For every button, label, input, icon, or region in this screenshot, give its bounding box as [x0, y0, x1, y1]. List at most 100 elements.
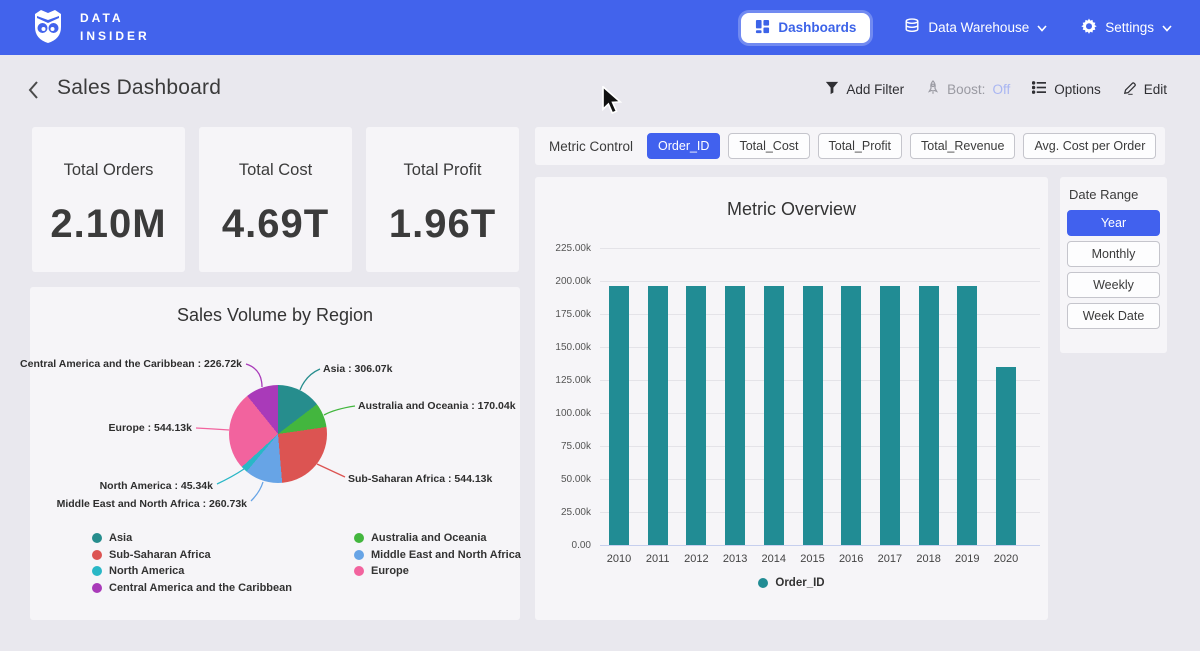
bar-2019[interactable]	[957, 286, 977, 545]
pie-label-australia-oceania: Australia and Oceania : 170.04k	[358, 400, 516, 412]
pie-label-europe: Europe : 544.13k	[109, 422, 192, 434]
bar-chart-title: Metric Overview	[535, 177, 1048, 220]
x-axis-tick: 2014	[754, 553, 794, 565]
pie-chart[interactable]	[229, 385, 327, 483]
y-axis-tick: 25.00k	[535, 507, 591, 518]
top-navbar: DATA INSIDER Dashboards	[0, 0, 1200, 55]
date-range-button[interactable]: Weekly	[1067, 272, 1160, 298]
bar-2010[interactable]	[609, 286, 629, 545]
legend-dot	[354, 566, 364, 576]
pie-label-north-america: North America : 45.34k	[100, 480, 213, 492]
dashboards-grid-icon	[755, 19, 770, 37]
metric-chip[interactable]: Avg. Cost per Order	[1023, 133, 1156, 159]
bar-2013[interactable]	[725, 286, 745, 545]
kpi-label: Total Orders	[32, 161, 185, 180]
y-axis-tick: 225.00k	[535, 243, 591, 254]
pie-legend: Asia Sub-Saharan Africa North America Centr…	[92, 532, 521, 594]
bar-2011[interactable]	[648, 286, 668, 545]
pie-label-middle-east-north-africa: Middle East and North Africa : 260.73k	[57, 498, 247, 510]
legend-dot	[92, 566, 102, 576]
y-axis-tick: 0.00	[535, 540, 591, 551]
edit-label: Edit	[1144, 82, 1167, 97]
x-axis-tick: 2016	[831, 553, 871, 565]
y-axis-tick: 150.00k	[535, 342, 591, 353]
kpi-card: Total Profit1.96T	[366, 127, 519, 272]
x-axis-tick: 2013	[715, 553, 755, 565]
bar-chart-legend: Order_ID	[535, 577, 1048, 589]
settings-menu[interactable]: Settings	[1081, 18, 1172, 37]
legend-label: Middle East and North Africa	[371, 549, 521, 561]
dashboards-button[interactable]: Dashboards	[741, 13, 870, 43]
add-filter-button[interactable]: Add Filter	[825, 81, 904, 98]
x-axis-tick: 2010	[599, 553, 639, 565]
y-axis-tick: 100.00k	[535, 408, 591, 419]
legend-dot	[354, 550, 364, 560]
database-icon	[904, 18, 920, 37]
pie-label-asia: Asia : 306.07k	[323, 363, 392, 375]
bar-2012[interactable]	[686, 286, 706, 545]
brand-line2: INSIDER	[80, 28, 150, 45]
data-warehouse-menu[interactable]: Data Warehouse	[904, 18, 1047, 37]
data-warehouse-label: Data Warehouse	[928, 20, 1029, 35]
date-range-button[interactable]: Year	[1067, 210, 1160, 236]
metric-chip[interactable]: Total_Revenue	[910, 133, 1015, 159]
date-range-button-group: Year Monthly Weekly Week Date	[1067, 210, 1160, 329]
bar-2016[interactable]	[841, 286, 861, 545]
gridline	[600, 248, 1040, 249]
x-axis-tick: 2011	[638, 553, 678, 565]
back-button[interactable]	[26, 80, 46, 102]
legend-label: Europe	[371, 565, 409, 577]
legend-label: North America	[109, 565, 184, 577]
kpi-value: 4.69T	[199, 202, 352, 247]
bar-2014[interactable]	[764, 286, 784, 545]
options-button[interactable]: Options	[1032, 81, 1101, 97]
legend-label: Sub-Saharan Africa	[109, 549, 211, 561]
add-filter-label: Add Filter	[846, 82, 904, 97]
boost-toggle[interactable]: Boost: Off	[926, 80, 1010, 98]
filter-funnel-icon	[825, 81, 839, 98]
pie-chart-panel: Sales Volume by Region Central America a…	[30, 287, 520, 620]
bar-2017[interactable]	[880, 286, 900, 545]
kpi-value: 2.10M	[32, 202, 185, 247]
gridline	[600, 545, 1040, 546]
page-header: Sales Dashboard Add Filter Boost: Off	[0, 72, 1200, 112]
boost-state: Off	[992, 82, 1010, 97]
date-range-button[interactable]: Monthly	[1067, 241, 1160, 267]
pie-legend-item[interactable]: North America	[92, 565, 292, 577]
legend-label: Asia	[109, 532, 132, 544]
options-label: Options	[1054, 82, 1101, 97]
page-title: Sales Dashboard	[57, 76, 221, 100]
y-axis-tick: 175.00k	[535, 309, 591, 320]
chevron-down-icon	[1162, 20, 1172, 35]
pie-label-sub-saharan-africa: Sub-Saharan Africa : 544.13k	[348, 473, 492, 485]
bar-2018[interactable]	[919, 286, 939, 545]
boost-label: Boost:	[947, 82, 985, 97]
bar-2015[interactable]	[803, 286, 823, 545]
x-axis-tick: 2015	[793, 553, 833, 565]
pencil-icon	[1123, 81, 1137, 98]
metric-chip[interactable]: Total_Cost	[728, 133, 809, 159]
date-range-label: Date Range	[1067, 187, 1160, 202]
pie-legend-item[interactable]: Australia and Oceania	[354, 532, 521, 544]
rocket-icon	[926, 80, 940, 98]
metric-chip[interactable]: Total_Profit	[818, 133, 903, 159]
pie-legend-item[interactable]: Asia	[92, 532, 292, 544]
metric-control-label: Metric Control	[549, 139, 633, 154]
legend-label: Central America and the Caribbean	[109, 582, 292, 594]
bar-2020[interactable]	[996, 367, 1016, 545]
pie-chart-title: Sales Volume by Region	[30, 287, 520, 326]
legend-label: Australia and Oceania	[371, 532, 487, 544]
y-axis-tick: 200.00k	[535, 276, 591, 287]
pie-legend-item[interactable]: Europe	[354, 565, 521, 577]
pie-legend-item[interactable]: Sub-Saharan Africa	[92, 549, 292, 561]
gridline	[600, 281, 1040, 282]
pie-legend-item[interactable]: Central America and the Caribbean	[92, 582, 292, 594]
brand-logo[interactable]: DATA INSIDER	[28, 5, 150, 50]
legend-dot	[92, 533, 102, 543]
chevron-down-icon	[1037, 20, 1047, 35]
date-range-button[interactable]: Week Date	[1067, 303, 1160, 329]
metric-chip[interactable]: Order_ID	[647, 133, 720, 159]
legend-dot	[92, 550, 102, 560]
pie-legend-item[interactable]: Middle East and North Africa	[354, 549, 521, 561]
edit-button[interactable]: Edit	[1123, 81, 1167, 98]
